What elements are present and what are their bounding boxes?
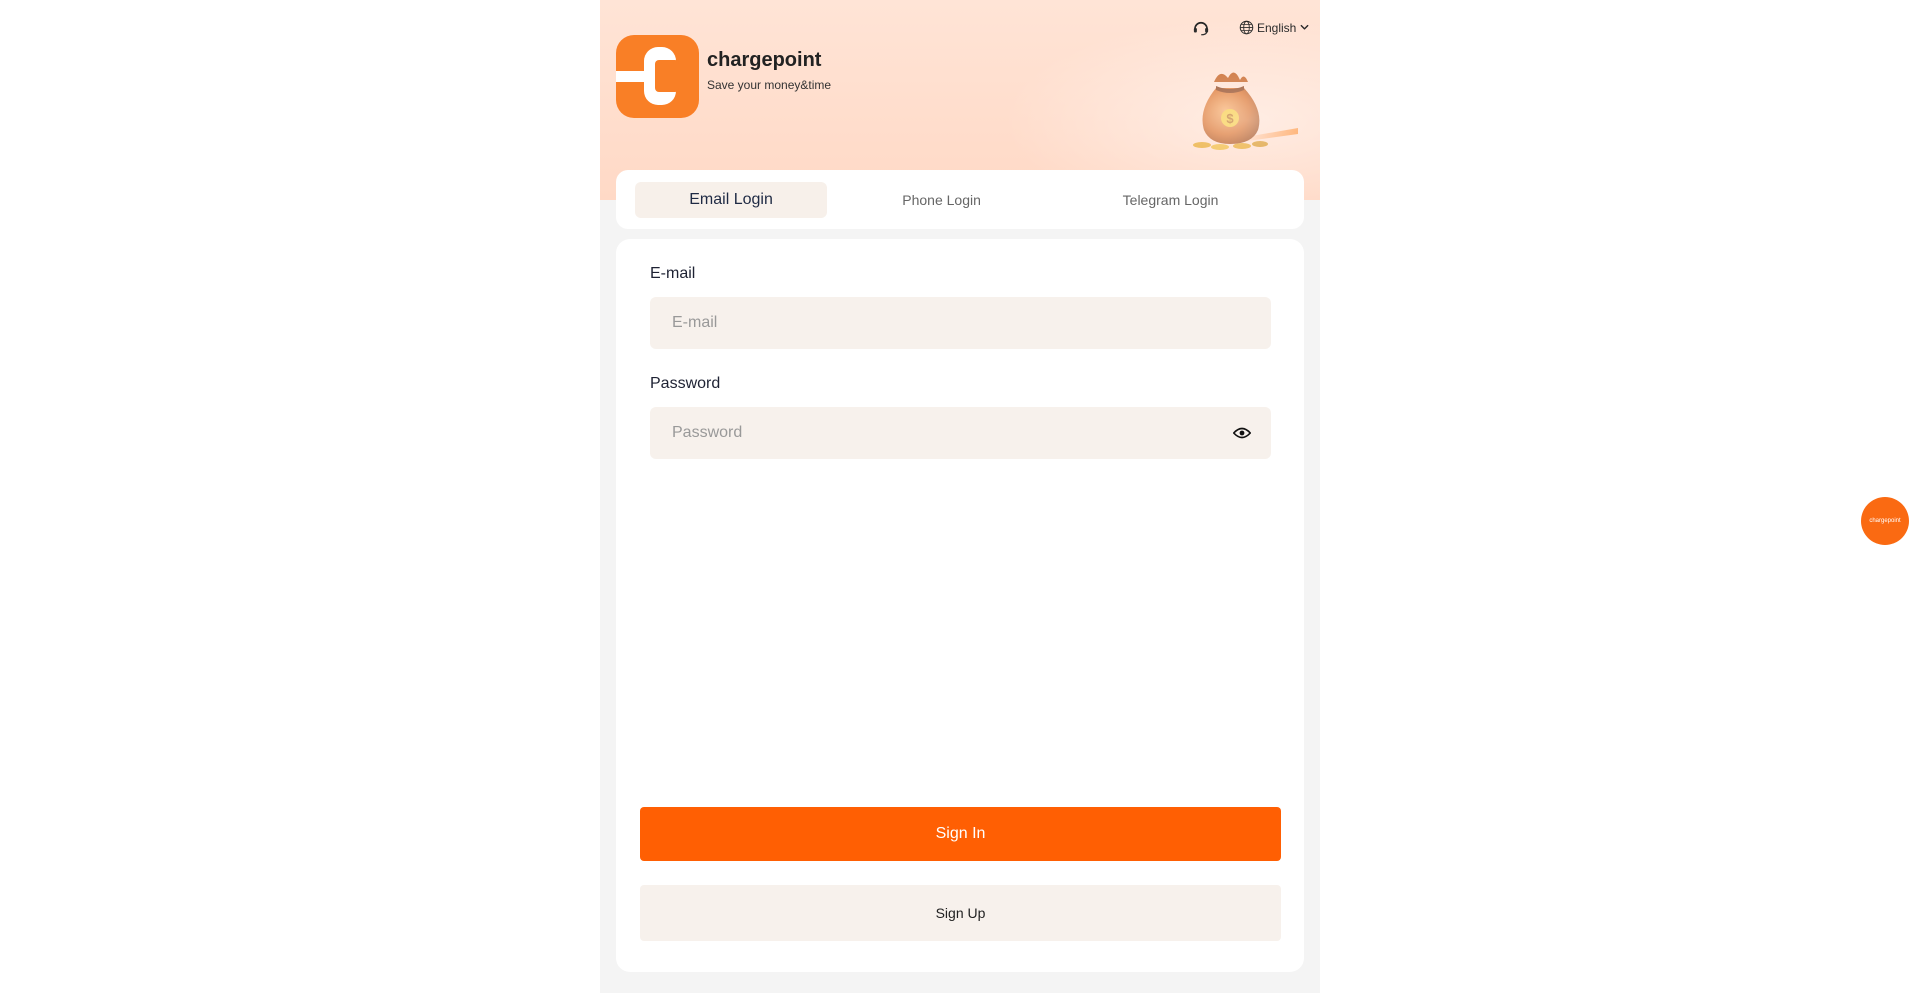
tab-telegram-login[interactable]: Telegram Login: [1056, 182, 1285, 218]
password-field[interactable]: [670, 423, 1233, 443]
chevron-down-icon: [1300, 24, 1309, 30]
brand-name: chargepoint: [707, 49, 822, 71]
password-label: Password: [650, 375, 721, 392]
floating-brand-button[interactable]: chargepoint: [1861, 497, 1909, 545]
language-label: English: [1257, 20, 1297, 35]
headset-icon[interactable]: [1192, 19, 1210, 37]
brand-logo: [616, 35, 699, 118]
brand-tagline: Save your money&time: [707, 78, 832, 92]
globe-icon: [1239, 20, 1254, 35]
tab-phone-login[interactable]: Phone Login: [827, 182, 1056, 218]
money-bag-icon: $: [1193, 72, 1298, 150]
svg-text:$: $: [1226, 111, 1234, 126]
eye-icon[interactable]: [1233, 427, 1251, 439]
login-page: chargepoint Save your money&time English: [600, 0, 1320, 993]
login-form: E-mail Password Sign In Sign Up: [616, 239, 1304, 972]
password-field-container: [650, 407, 1271, 459]
sign-in-button[interactable]: Sign In: [640, 807, 1281, 861]
email-label: E-mail: [650, 265, 696, 282]
language-selector[interactable]: English: [1239, 20, 1310, 35]
email-field[interactable]: [670, 313, 1251, 333]
email-field-container: [650, 297, 1271, 349]
sign-up-button[interactable]: Sign Up: [640, 885, 1281, 941]
logo-bar: [616, 71, 648, 82]
logo-letter-c: [644, 47, 679, 105]
tab-email-login[interactable]: Email Login: [635, 181, 828, 218]
login-tabs: Email Login Phone Login Telegram Login: [616, 170, 1304, 229]
